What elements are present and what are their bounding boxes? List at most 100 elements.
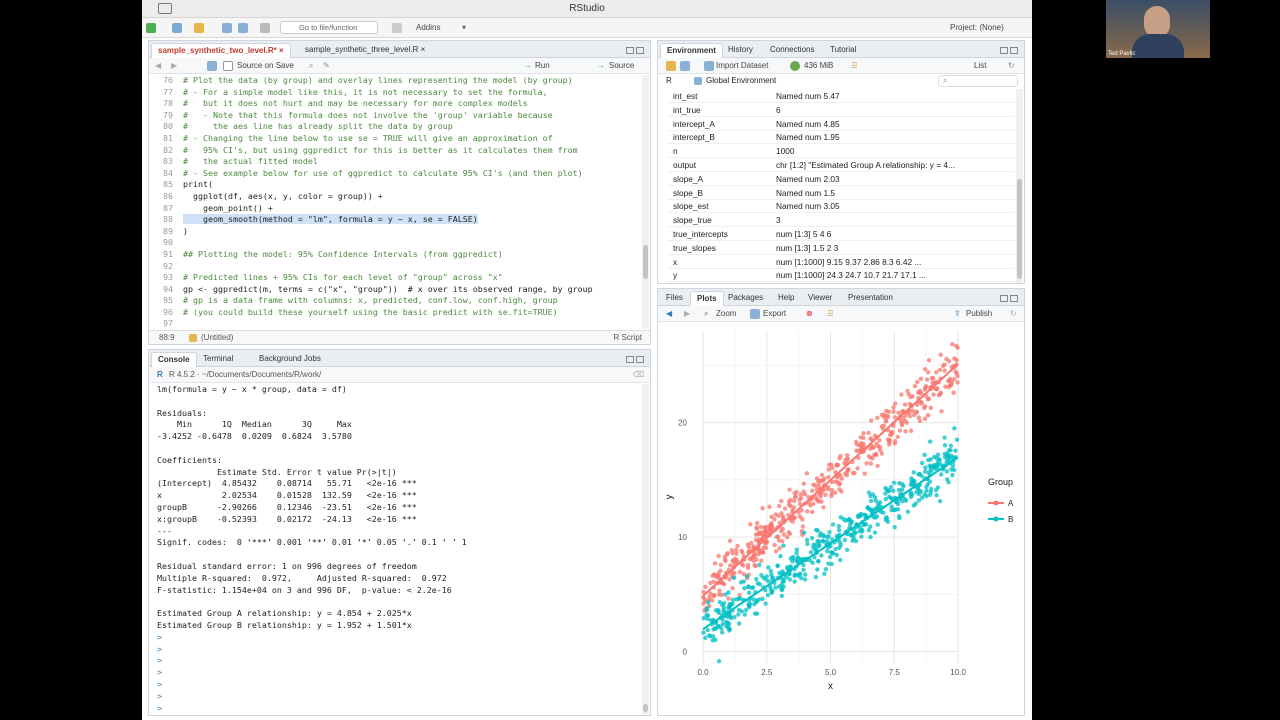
env-minmax[interactable]	[998, 46, 1020, 54]
code-line[interactable]: 86 ggplot(df, aes(x, y, color = group)) …	[149, 191, 642, 203]
clear-console-icon[interactable]: ⌫	[633, 368, 644, 382]
refresh-icon[interactable]: ↻	[1008, 59, 1015, 73]
code-line[interactable]: 93 # Predicted lines + 95% CIs for each l…	[149, 272, 642, 284]
open-workspace-icon[interactable]	[666, 61, 676, 71]
tab-connections[interactable]: Connections	[764, 43, 820, 58]
env-row[interactable]: slope_est Named num 3.05	[668, 199, 1014, 214]
env-row[interactable]: intercept_B Named num 1.95	[668, 130, 1014, 145]
console-path[interactable]: R 4.5.2 · ~/Documents/Documents/R/work/	[169, 368, 321, 382]
import-dataset-button[interactable]: Import Dataset	[716, 59, 768, 73]
env-row[interactable]: intercept_A Named num 4.85	[668, 117, 1014, 131]
wand-icon[interactable]: ✎	[323, 59, 330, 73]
code-line[interactable]: 79 # - Note that this formula does not in…	[149, 110, 642, 122]
env-row[interactable]: n 1000	[668, 144, 1014, 159]
editor-save-icon[interactable]	[207, 61, 217, 71]
code-line[interactable]: 89)	[149, 226, 642, 238]
source-on-save-checkbox[interactable]	[223, 61, 233, 71]
code-line[interactable]: 82 # 95% CI's, but using ggpredict for th…	[149, 145, 642, 157]
env-row[interactable]: y num [1:1000] 24.3 24.7 10.7 21.7 17.1 .…	[668, 268, 1014, 283]
plot-refresh-icon[interactable]: ↻	[1010, 307, 1017, 321]
export-menu[interactable]: Export	[763, 307, 786, 321]
zoom-button[interactable]: Zoom	[716, 307, 736, 321]
code-line[interactable]: 81 # - Changing the line below to use se …	[149, 133, 642, 145]
export-icon[interactable]	[750, 309, 760, 319]
env-row[interactable]: x num [1:1000] 9.15 9.37 2.86 8.3 6.42 ..…	[668, 255, 1014, 269]
file-type[interactable]: R Script	[614, 331, 642, 344]
project-menu[interactable]: Project: (None)	[950, 21, 1004, 35]
goto-file-input[interactable]: Go to file/function	[280, 21, 378, 34]
tab-packages[interactable]: Packages	[722, 291, 769, 306]
code-line[interactable]: 78 # but it does not hurt and may be nece…	[149, 98, 642, 110]
tab-history[interactable]: History	[722, 43, 759, 58]
tab-console[interactable]: Console	[151, 352, 197, 367]
tab-three-level[interactable]: sample_synthetic_three_level.R ×	[299, 43, 431, 58]
list-view-menu[interactable]: List	[974, 59, 986, 73]
editor-scrollbar[interactable]	[642, 75, 649, 329]
env-row[interactable]: int_true 6	[668, 103, 1014, 117]
run-button[interactable]: Run	[535, 59, 550, 73]
tab-background-jobs[interactable]: Background Jobs	[253, 352, 327, 367]
tab-presentation[interactable]: Presentation	[842, 291, 899, 306]
new-file-icon[interactable]	[146, 23, 156, 33]
console-minmax[interactable]	[624, 355, 646, 363]
console-output[interactable]: lm(formula = y ~ x * group, data = df) Re…	[157, 384, 640, 711]
tab-environment[interactable]: Environment	[660, 43, 723, 58]
tab-files[interactable]: Files	[660, 291, 689, 306]
code-line[interactable]: 92	[149, 261, 642, 273]
code-area[interactable]: 76 # Plot the data (by group) and overlay…	[149, 75, 642, 365]
code-line[interactable]: 76 # Plot the data (by group) and overlay…	[149, 75, 642, 87]
code-line[interactable]: 96 # (you could build these yourself usin…	[149, 307, 642, 319]
scope-label[interactable]: (Untitled)	[201, 331, 233, 344]
addins-chevron-icon[interactable]: ▾	[462, 21, 466, 35]
print-icon[interactable]	[260, 23, 270, 33]
clear-plots-icon[interactable]: ⌹	[828, 307, 833, 321]
tab-tutorial[interactable]: Tutorial	[824, 43, 862, 58]
editor-minmax[interactable]	[624, 46, 646, 54]
zoom-icon[interactable]: ⌕	[704, 307, 708, 321]
console-scrollbar[interactable]	[642, 384, 649, 714]
tab-viewer[interactable]: Viewer	[802, 291, 838, 306]
broom-icon[interactable]: ⌹	[852, 59, 857, 73]
language-select[interactable]: R	[666, 74, 672, 88]
env-search-input[interactable]: ⌕	[938, 75, 1018, 87]
code-line[interactable]: 85 print(	[149, 179, 642, 191]
code-line[interactable]: 80 # the aes line has already split the d…	[149, 121, 642, 133]
publish-icon[interactable]: ⇪	[954, 307, 961, 321]
remove-plot-icon[interactable]: ⊗	[806, 307, 813, 321]
code-line[interactable]: 94 gp <- ggpredict(m, terms = c("x", "gro…	[149, 284, 642, 296]
save-workspace-icon[interactable]	[680, 61, 690, 71]
code-line[interactable]: 90	[149, 237, 642, 249]
tab-plots[interactable]: Plots	[690, 291, 724, 306]
run-arrow-icon[interactable]: →	[524, 59, 532, 73]
import-dataset-icon[interactable]	[704, 61, 714, 71]
source-arrow-icon[interactable]: →	[597, 59, 605, 73]
code-line[interactable]: 88 geom_smooth(method = "lm", formula = …	[149, 214, 642, 226]
code-line[interactable]: 84 # - See example below for use of ggpre…	[149, 168, 642, 180]
addins-menu[interactable]: Addins	[416, 21, 440, 35]
code-line[interactable]: 87 geom_point() +	[149, 203, 642, 215]
save-all-icon[interactable]	[238, 23, 248, 33]
save-icon[interactable]	[222, 23, 232, 33]
prev-plot-icon[interactable]: ◀	[666, 307, 672, 321]
env-row[interactable]: slope_A Named num 2.03	[668, 172, 1014, 186]
env-row[interactable]: true_slopes num [1:3] 1.5 2 3	[668, 241, 1014, 255]
search-icon[interactable]: ⌕	[309, 59, 313, 73]
env-row[interactable]: slope_true 3	[668, 213, 1014, 228]
env-scrollbar[interactable]	[1016, 89, 1023, 283]
code-line[interactable]: 95 # gp is a data frame with columns: x, …	[149, 295, 642, 307]
next-plot-icon[interactable]: ▶	[684, 307, 690, 321]
env-row[interactable]: output chr [1:2] "Estimated Group A relat…	[668, 158, 1014, 172]
tab-two-level[interactable]: sample_synthetic_two_level.R* ×	[151, 43, 291, 58]
plots-minmax[interactable]	[998, 294, 1020, 302]
env-row[interactable]: int_est Named num 5.47	[668, 89, 1014, 103]
publish-button[interactable]: Publish	[966, 307, 992, 321]
grid-icon[interactable]	[392, 23, 402, 33]
env-row[interactable]: true_intercepts num [1:3] 5 4 6	[668, 227, 1014, 241]
tab-terminal[interactable]: Terminal	[197, 352, 239, 367]
code-line[interactable]: 97	[149, 318, 642, 330]
code-line[interactable]: 91 ## Plotting the model: 95% Confidence …	[149, 249, 642, 261]
tab-help[interactable]: Help	[772, 291, 800, 306]
open-file-icon[interactable]	[194, 23, 204, 33]
memory-usage[interactable]: 436 MiB	[804, 59, 833, 73]
env-row[interactable]: slope_B Named num 1.5	[668, 186, 1014, 200]
